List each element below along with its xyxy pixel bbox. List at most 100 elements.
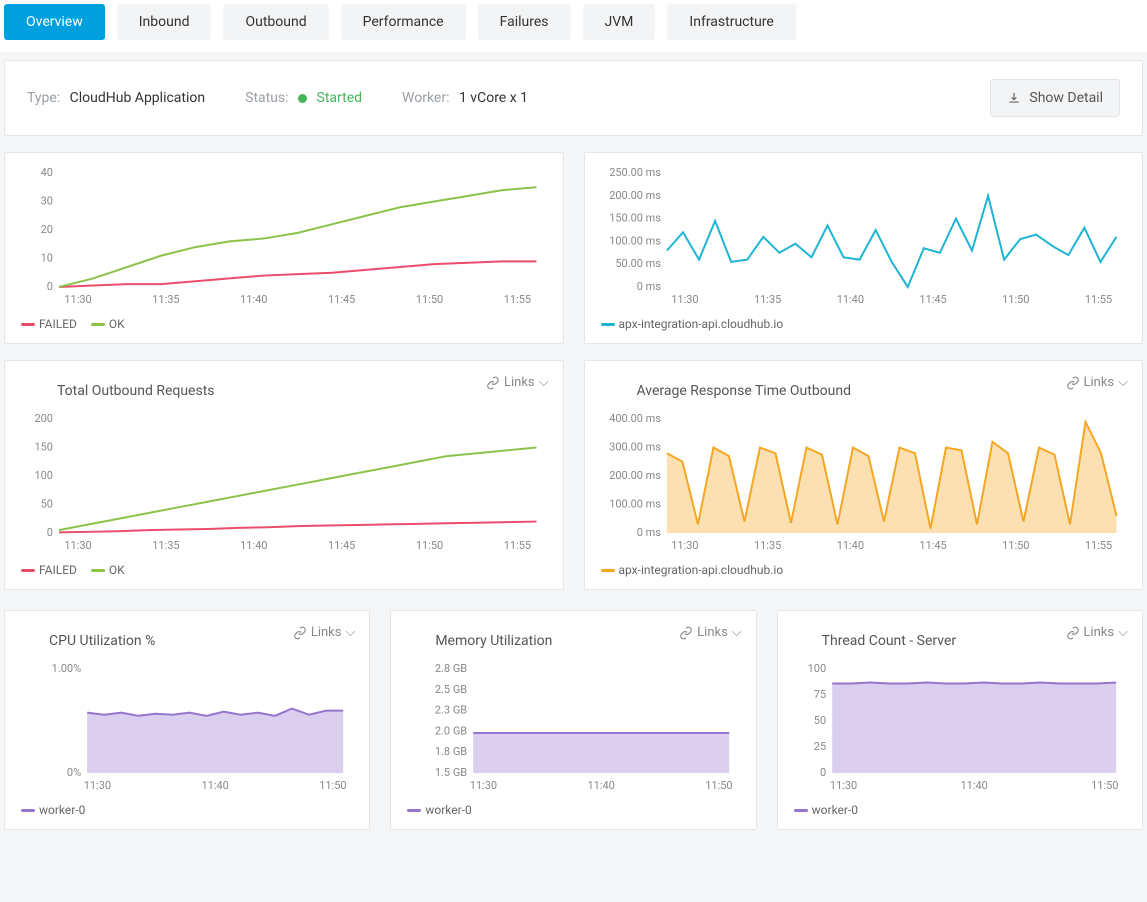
tab-infrastructure[interactable]: Infrastructure	[667, 4, 795, 40]
svg-text:11:40: 11:40	[240, 539, 267, 552]
svg-text:150: 150	[34, 441, 53, 454]
svg-text:1.5 GB: 1.5 GB	[435, 766, 467, 779]
svg-text:200.00 ms: 200.00 ms	[609, 189, 661, 202]
svg-text:100: 100	[34, 469, 53, 482]
svg-text:2.0 GB: 2.0 GB	[435, 724, 467, 737]
chevron-down-icon: ⌵	[539, 375, 549, 390]
svg-text:50: 50	[41, 497, 53, 510]
svg-text:11:55: 11:55	[504, 539, 531, 552]
legend-worker: worker-0	[812, 803, 858, 817]
svg-text:11:30: 11:30	[64, 539, 91, 552]
cpu-legend: worker-0	[21, 803, 353, 817]
svg-text:20: 20	[41, 223, 53, 236]
worker-field: Worker: 1 vCore x 1	[402, 90, 528, 106]
svg-text:200.00 ms: 200.00 ms	[609, 469, 661, 482]
inbound-response-legend: apx-integration-api.cloudhub.io	[601, 317, 1127, 331]
outbound-response-card: Links ⌵ Average Response Time Outbound 0…	[584, 360, 1144, 590]
svg-text:0: 0	[47, 280, 53, 293]
cpu-chart: 0%1.00%11:3011:4011:50	[25, 663, 353, 793]
tab-failures[interactable]: Failures	[478, 4, 571, 40]
show-detail-label: Show Detail	[1029, 90, 1103, 106]
cpu-card: Links ⌵ CPU Utilization % 0%1.00%11:3011…	[4, 610, 370, 830]
tab-performance[interactable]: Performance	[341, 4, 466, 40]
chevron-down-icon: ⌵	[1118, 375, 1128, 390]
links-dropdown[interactable]: Links ⌵	[679, 625, 742, 640]
legend-worker: worker-0	[39, 803, 85, 817]
svg-text:11:30: 11:30	[671, 293, 698, 306]
svg-text:30: 30	[41, 195, 53, 208]
svg-text:50.00 ms: 50.00 ms	[615, 257, 661, 270]
status-label: Status:	[245, 90, 288, 106]
svg-text:11:50: 11:50	[706, 779, 733, 792]
links-dropdown[interactable]: Links ⌵	[1066, 375, 1129, 390]
svg-text:11:30: 11:30	[671, 539, 698, 552]
legend-worker: worker-0	[425, 803, 471, 817]
svg-text:0: 0	[820, 766, 826, 779]
links-label: Links	[1084, 625, 1115, 640]
svg-text:300.00 ms: 300.00 ms	[609, 441, 661, 454]
show-detail-button[interactable]: Show Detail	[990, 79, 1120, 117]
svg-text:250.00 ms: 250.00 ms	[609, 167, 661, 179]
legend-failed: FAILED	[39, 317, 77, 331]
worker-label: Worker:	[402, 90, 449, 106]
links-label: Links	[311, 625, 342, 640]
type-field: Type: CloudHub Application	[27, 90, 205, 106]
svg-text:11:30: 11:30	[470, 779, 497, 792]
link-icon	[293, 626, 307, 640]
download-icon	[1007, 91, 1021, 105]
type-value: CloudHub Application	[70, 90, 205, 106]
chevron-down-icon: ⌵	[345, 625, 355, 640]
svg-text:0 ms: 0 ms	[636, 526, 661, 539]
inbound-requests-card: 01020304011:3011:3511:4011:4511:5011:55 …	[4, 152, 564, 344]
tab-outbound[interactable]: Outbound	[223, 4, 328, 40]
threads-legend: worker-0	[794, 803, 1126, 817]
chevron-down-icon: ⌵	[1118, 625, 1128, 640]
svg-text:11:40: 11:40	[960, 779, 987, 792]
svg-text:50: 50	[813, 714, 825, 727]
outbound-legend: FAILED OK	[21, 563, 547, 577]
svg-text:11:55: 11:55	[1084, 539, 1111, 552]
links-dropdown[interactable]: Links ⌵	[1066, 625, 1129, 640]
legend-ok: OK	[109, 563, 125, 577]
links-dropdown[interactable]: Links ⌵	[293, 625, 356, 640]
svg-text:11:40: 11:40	[588, 779, 615, 792]
type-label: Type:	[27, 90, 60, 106]
tab-jvm[interactable]: JVM	[583, 4, 656, 40]
svg-text:0: 0	[47, 526, 53, 539]
svg-text:11:45: 11:45	[328, 539, 355, 552]
svg-text:10: 10	[41, 251, 53, 264]
svg-text:11:40: 11:40	[836, 539, 863, 552]
svg-text:11:35: 11:35	[152, 539, 179, 552]
svg-text:100.00 ms: 100.00 ms	[609, 497, 661, 510]
svg-text:75: 75	[813, 688, 825, 701]
outbound-response-chart: 0 ms100.00 ms200.00 ms300.00 ms400.00 ms…	[605, 413, 1127, 553]
link-icon	[1066, 626, 1080, 640]
links-label: Links	[504, 375, 535, 390]
svg-text:2.8 GB: 2.8 GB	[435, 663, 467, 675]
svg-text:150.00 ms: 150.00 ms	[609, 212, 661, 225]
inbound-legend: FAILED OK	[21, 317, 547, 331]
tab-inbound[interactable]: Inbound	[117, 4, 212, 40]
links-dropdown[interactable]: Links ⌵	[486, 375, 549, 390]
memory-legend: worker-0	[407, 803, 739, 817]
svg-text:25: 25	[813, 740, 825, 753]
legend-ok: OK	[109, 317, 125, 331]
card-title: Total Outbound Requests	[57, 383, 547, 399]
svg-text:40: 40	[41, 167, 53, 179]
inbound-chart: 01020304011:3011:3511:4011:4511:5011:55	[25, 167, 547, 307]
svg-text:11:35: 11:35	[753, 293, 780, 306]
svg-text:11:40: 11:40	[836, 293, 863, 306]
outbound-chart: 05010015020011:3011:3511:4011:4511:5011:…	[25, 413, 547, 553]
legend-host: apx-integration-api.cloudhub.io	[619, 317, 784, 331]
svg-text:100.00 ms: 100.00 ms	[609, 234, 661, 247]
svg-text:11:45: 11:45	[919, 293, 946, 306]
link-icon	[1066, 376, 1080, 390]
inbound-response-card: 0 ms50.00 ms100.00 ms150.00 ms200.00 ms2…	[584, 152, 1144, 344]
tab-overview[interactable]: Overview	[4, 4, 105, 40]
status-field: Status: Started	[245, 90, 362, 106]
legend-failed: FAILED	[39, 563, 77, 577]
svg-text:11:30: 11:30	[64, 293, 91, 306]
link-icon	[679, 626, 693, 640]
card-title: Average Response Time Outbound	[637, 383, 1127, 399]
svg-text:11:45: 11:45	[328, 293, 355, 306]
